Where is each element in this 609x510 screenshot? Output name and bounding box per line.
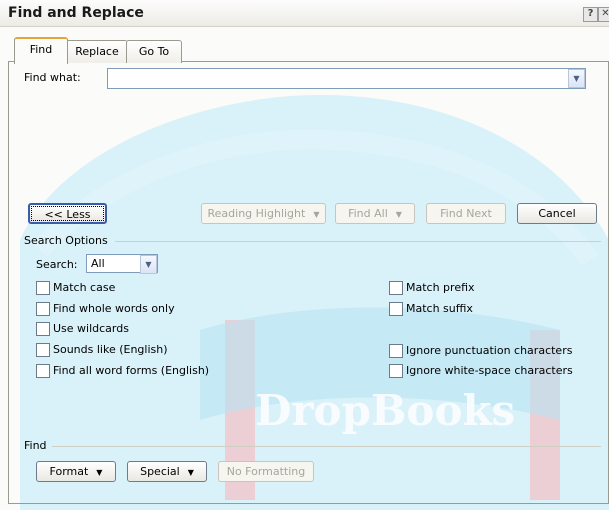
format-button[interactable]: Format ▼ <box>36 461 116 482</box>
chevron-down-icon: ▼ <box>313 210 320 219</box>
match-prefix-label: Match prefix <box>406 281 475 294</box>
format-label: Format <box>49 465 89 478</box>
search-direction-select[interactable]: All ▼ <box>86 254 158 274</box>
find-what-input[interactable]: ▼ <box>107 68 586 89</box>
match-suffix-label: Match suffix <box>406 302 473 315</box>
search-direction-value: All <box>91 257 105 270</box>
tab-find-label: Find <box>29 43 53 56</box>
less-button-label: << Less <box>44 208 91 221</box>
chevron-down-icon: ▼ <box>96 468 103 477</box>
word-forms-label: Find all word forms (English) <box>53 364 210 377</box>
find-next-button[interactable]: Find Next <box>426 203 506 224</box>
word-forms-checkbox[interactable] <box>36 364 50 378</box>
special-label: Special <box>140 465 180 478</box>
match-suffix-checkbox[interactable] <box>389 302 403 316</box>
chevron-down-icon[interactable]: ▼ <box>140 255 157 274</box>
tab-replace-label: Replace <box>75 45 119 58</box>
window-title: Find and Replace <box>8 5 144 21</box>
special-button[interactable]: Special ▼ <box>127 461 207 482</box>
less-button[interactable]: << Less <box>28 203 107 224</box>
ignore-whitespace-label: Ignore white-space characters <box>406 364 573 377</box>
match-prefix-checkbox[interactable] <box>389 281 403 295</box>
match-case-label: Match case <box>53 281 116 294</box>
reading-highlight-label: Reading Highlight <box>207 207 306 220</box>
tab-goto[interactable]: Go To <box>126 40 182 63</box>
chevron-down-icon: ▼ <box>187 468 194 477</box>
cancel-label: Cancel <box>538 207 576 220</box>
find-next-label: Find Next <box>440 207 492 220</box>
sounds-like-checkbox[interactable] <box>36 343 50 357</box>
wildcards-label: Use wildcards <box>53 322 129 335</box>
ignore-punctuation-checkbox[interactable] <box>389 344 403 358</box>
no-formatting-button[interactable]: No Formatting <box>218 461 314 482</box>
find-section-divider <box>52 446 601 447</box>
no-formatting-label: No Formatting <box>226 465 306 478</box>
chevron-down-icon[interactable]: ▼ <box>568 69 585 88</box>
tab-replace[interactable]: Replace <box>66 40 128 63</box>
cancel-button[interactable]: Cancel <box>517 203 597 224</box>
ignore-punctuation-label: Ignore punctuation characters <box>406 344 573 357</box>
find-section-heading: Find <box>24 439 47 452</box>
close-button[interactable]: ✕ <box>598 7 609 22</box>
chevron-down-icon: ▼ <box>395 210 402 219</box>
match-case-checkbox[interactable] <box>36 281 50 295</box>
title-bar: Find and Replace ? ✕ <box>0 0 609 27</box>
tab-goto-label: Go To <box>138 45 170 58</box>
find-replace-dialog: DropBooks Find and Replace ? ✕ Find Repl… <box>0 0 609 510</box>
find-all-label: Find All <box>348 207 388 220</box>
search-label: Search: <box>36 258 78 271</box>
search-options-heading: Search Options <box>24 234 108 247</box>
whole-words-label: Find whole words only <box>53 302 175 315</box>
wildcards-checkbox[interactable] <box>36 322 50 336</box>
search-options-divider <box>115 241 601 242</box>
tab-find[interactable]: Find <box>14 37 68 64</box>
reading-highlight-button[interactable]: Reading Highlight ▼ <box>201 203 326 224</box>
find-all-button[interactable]: Find All ▼ <box>335 203 415 224</box>
find-what-label: Find what: <box>24 71 81 84</box>
whole-words-checkbox[interactable] <box>36 302 50 316</box>
help-button[interactable]: ? <box>583 7 598 22</box>
ignore-whitespace-checkbox[interactable] <box>389 364 403 378</box>
sounds-like-label: Sounds like (English) <box>53 343 168 356</box>
